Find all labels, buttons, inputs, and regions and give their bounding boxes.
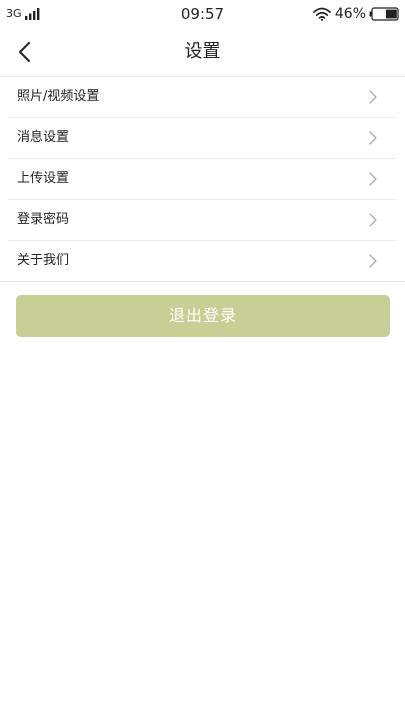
settings-item-login-password[interactable]: 登录密码: [8, 200, 397, 241]
battery-percent: 46%: [334, 6, 366, 22]
settings-item-photo-video[interactable]: 照片/视频设置: [8, 77, 397, 118]
status-bar: 3G 09:57 46%: [0, 0, 405, 28]
nav-bar: 设置: [0, 28, 405, 76]
settings-item-label: 照片/视频设置: [17, 89, 100, 104]
logout-button[interactable]: 退出登录: [16, 295, 390, 337]
settings-item-about-us[interactable]: 关于我们: [0, 241, 405, 282]
settings-item-label: 关于我们: [17, 253, 70, 268]
status-bar-right: 46%: [312, 5, 399, 23]
page-title: 设置: [184, 41, 221, 62]
settings-list: 照片/视频设置 消息设置 上传设置 登录密码 关于我们: [0, 76, 405, 282]
settings-item-message[interactable]: 消息设置: [8, 118, 397, 159]
wifi-icon: [312, 7, 331, 21]
chevron-left-icon: [19, 42, 30, 62]
settings-item-label: 上传设置: [17, 171, 70, 186]
chevron-right-icon: [369, 172, 377, 186]
battery-icon: [369, 7, 399, 21]
settings-item-upload[interactable]: 上传设置: [8, 159, 397, 200]
chevron-right-icon: [369, 90, 377, 104]
chevron-right-icon: [369, 254, 377, 268]
settings-item-label: 消息设置: [17, 130, 70, 145]
back-button[interactable]: [10, 38, 38, 66]
chevron-right-icon: [369, 213, 377, 227]
settings-item-label: 登录密码: [17, 212, 70, 227]
chevron-right-icon: [369, 131, 377, 145]
